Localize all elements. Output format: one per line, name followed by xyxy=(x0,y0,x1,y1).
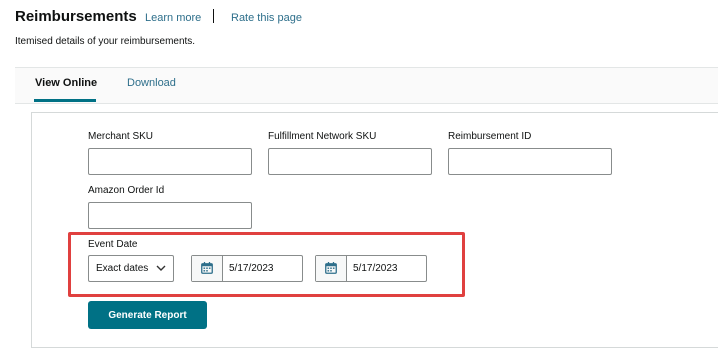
reimbursement-id-input[interactable] xyxy=(448,148,612,175)
active-tab-indicator xyxy=(34,99,96,102)
rate-page-link[interactable]: Rate this page xyxy=(231,12,302,24)
learn-more-link[interactable]: Learn more xyxy=(145,12,201,24)
amazon-order-id-input[interactable] xyxy=(88,202,252,229)
merchant-sku-input[interactable] xyxy=(88,148,252,175)
merchant-sku-label: Merchant SKU xyxy=(88,131,154,142)
page-title: Reimbursements xyxy=(15,8,137,25)
fnsku-input[interactable] xyxy=(268,148,432,175)
event-date-highlight xyxy=(68,232,465,297)
header-divider xyxy=(213,9,214,23)
tab-bar xyxy=(15,67,718,104)
tab-view-online[interactable]: View Online xyxy=(35,77,97,89)
generate-report-button[interactable]: Generate Report xyxy=(88,301,207,329)
amazon-order-id-label: Amazon Order Id xyxy=(88,185,165,196)
tab-download[interactable]: Download xyxy=(127,77,176,89)
fnsku-label: Fulfillment Network SKU xyxy=(268,131,377,142)
reimbursement-id-label: Reimbursement ID xyxy=(448,131,532,142)
page-subtitle: Itemised details of your reimbursements. xyxy=(15,36,196,47)
